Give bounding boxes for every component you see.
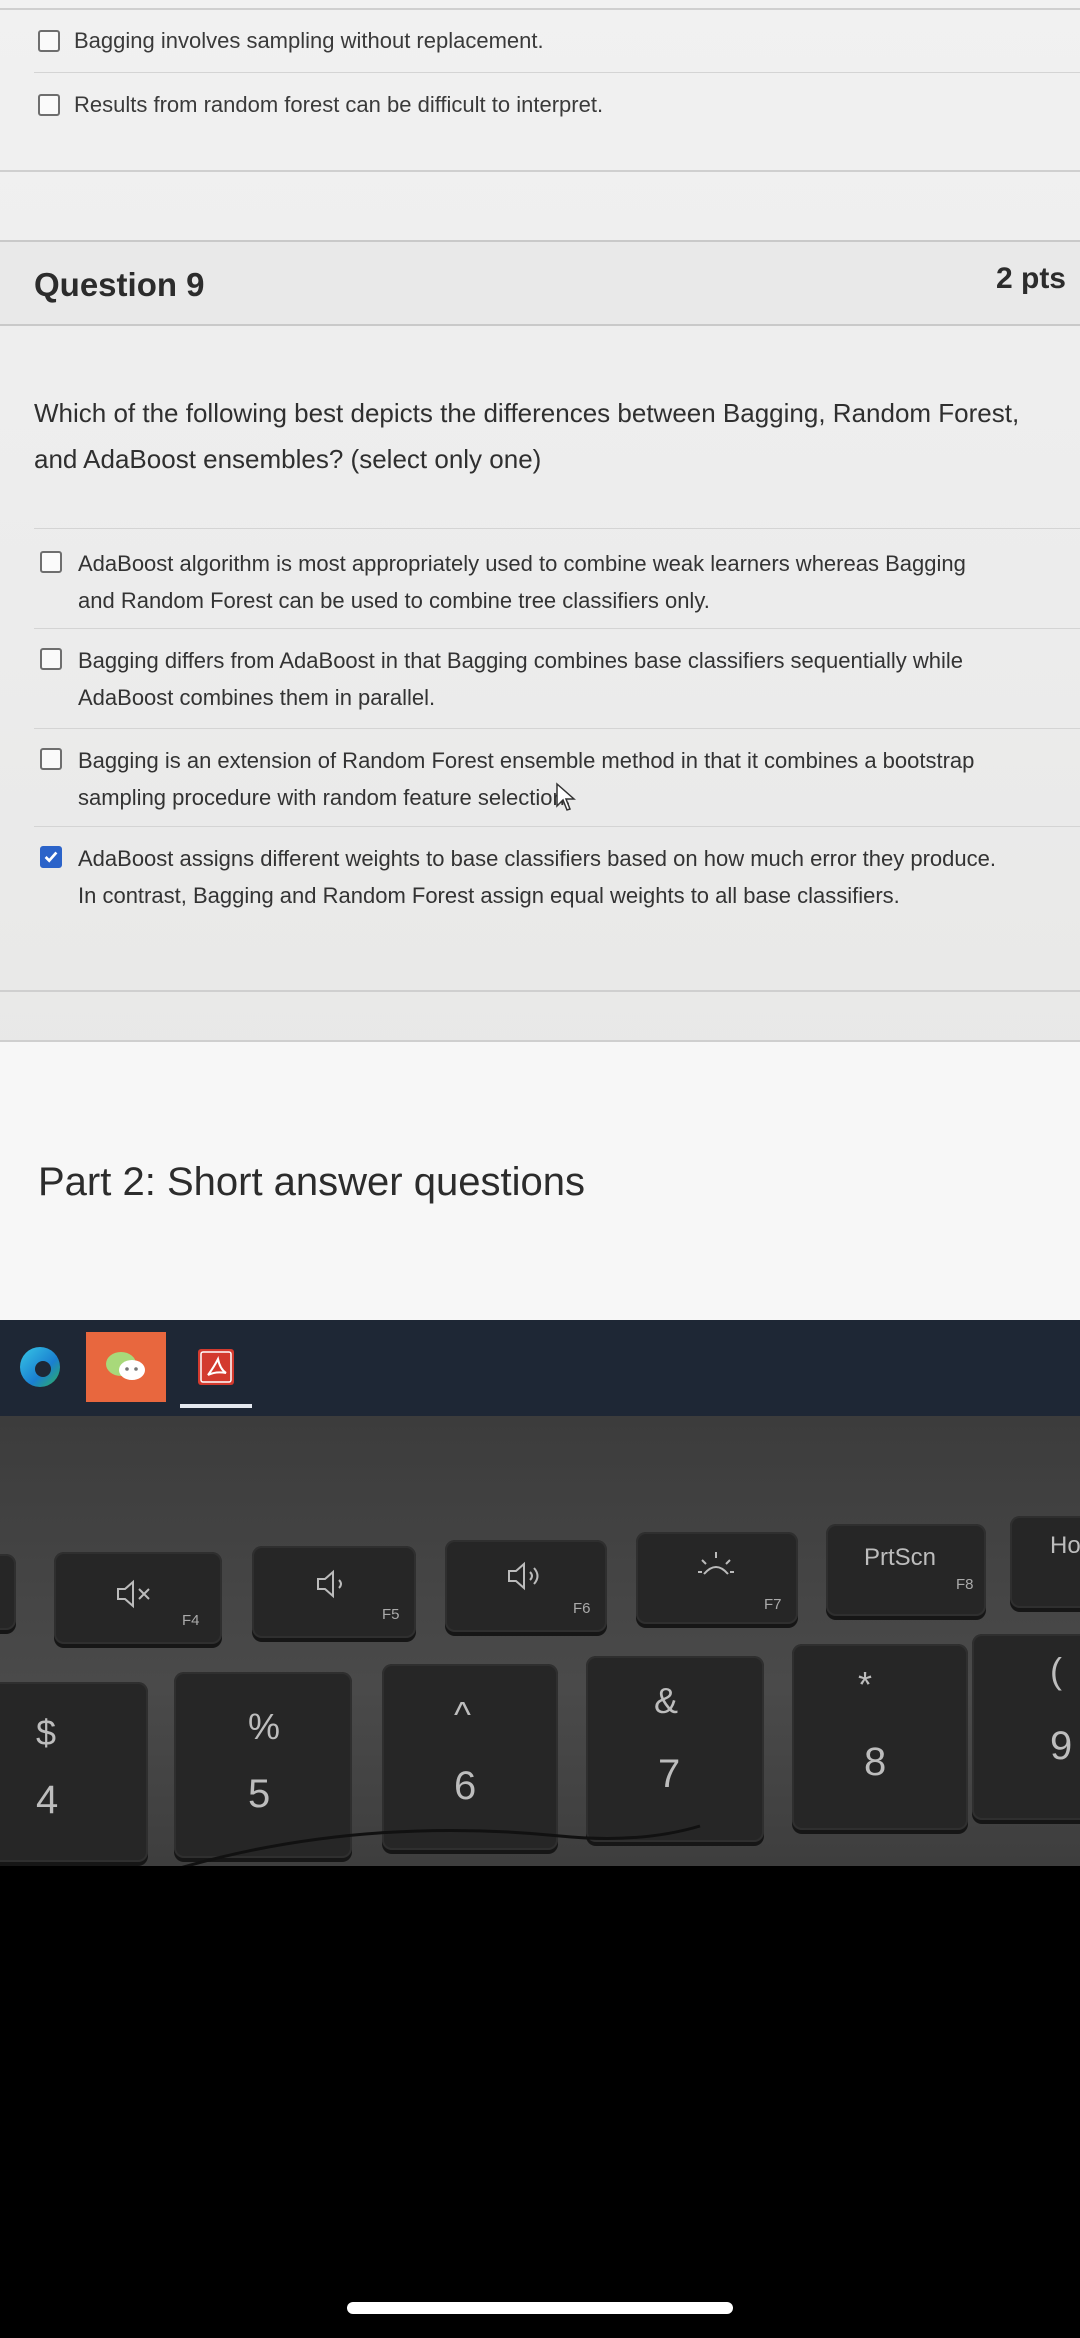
taskbar-app-wechat[interactable] — [86, 1332, 166, 1402]
part2-title: Part 2: Short answer questions — [38, 1160, 585, 1204]
keyboard: F4 F5 F6 F7 PrtScn F8 Ho $ 4 % 5 ^ 6 & 7… — [0, 1416, 1080, 1866]
previous-option-1[interactable]: Bagging involves sampling without replac… — [38, 28, 544, 54]
checkbox[interactable] — [40, 648, 62, 670]
previous-option-2[interactable]: Results from random forest can be diffic… — [38, 92, 603, 118]
mouse-cursor-icon — [556, 782, 576, 811]
checkbox[interactable] — [40, 748, 62, 770]
answer-label: AdaBoost algorithm is most appropriately… — [78, 551, 966, 613]
divider — [0, 170, 1080, 172]
question-header: Question 9 2 pts — [0, 240, 1080, 326]
answer-option-4[interactable]: AdaBoost assigns different weights to ba… — [40, 840, 1075, 914]
answer-option-2[interactable]: Bagging differs from AdaBoost in that Ba… — [40, 642, 1075, 716]
checkmark-icon — [44, 851, 58, 863]
answer-label: Bagging is an extension of Random Forest… — [78, 748, 975, 810]
taskbar-app-edge[interactable] — [0, 1332, 80, 1402]
acrobat-icon — [198, 1349, 234, 1385]
cable — [181, 1824, 701, 1866]
taskbar — [0, 1320, 1080, 1416]
checkbox[interactable] — [38, 30, 60, 52]
question-points: 2 pts — [995, 262, 1066, 295]
question-text: Which of the following best depicts the … — [34, 398, 1020, 474]
option-label: Results from random forest can be diffic… — [74, 92, 604, 117]
divider — [34, 728, 1080, 729]
question-title: Question 9 — [34, 266, 205, 303]
checkbox[interactable] — [40, 551, 62, 573]
taskbar-app-acrobat[interactable] — [176, 1332, 256, 1408]
divider — [34, 826, 1080, 827]
part2-section: Part 2: Short answer questions — [0, 1040, 1080, 1334]
divider — [0, 990, 1080, 992]
divider — [0, 8, 1080, 10]
edge-icon — [20, 1347, 60, 1387]
option-label: Bagging involves sampling without replac… — [74, 28, 544, 53]
wechat-icon — [106, 1352, 145, 1380]
active-indicator — [180, 1404, 252, 1408]
home-indicator[interactable] — [347, 2302, 733, 2314]
checkbox[interactable] — [38, 94, 60, 116]
divider — [34, 528, 1080, 529]
answer-label: Bagging differs from AdaBoost in that Ba… — [78, 648, 963, 710]
checkbox-checked[interactable] — [40, 846, 62, 868]
answer-label: AdaBoost assigns different weights to ba… — [78, 846, 996, 908]
quiz-screen: Bagging involves sampling without replac… — [0, 0, 1080, 1350]
answer-option-1[interactable]: AdaBoost algorithm is most appropriately… — [40, 545, 1075, 619]
divider — [34, 628, 1080, 629]
divider — [34, 72, 1080, 73]
